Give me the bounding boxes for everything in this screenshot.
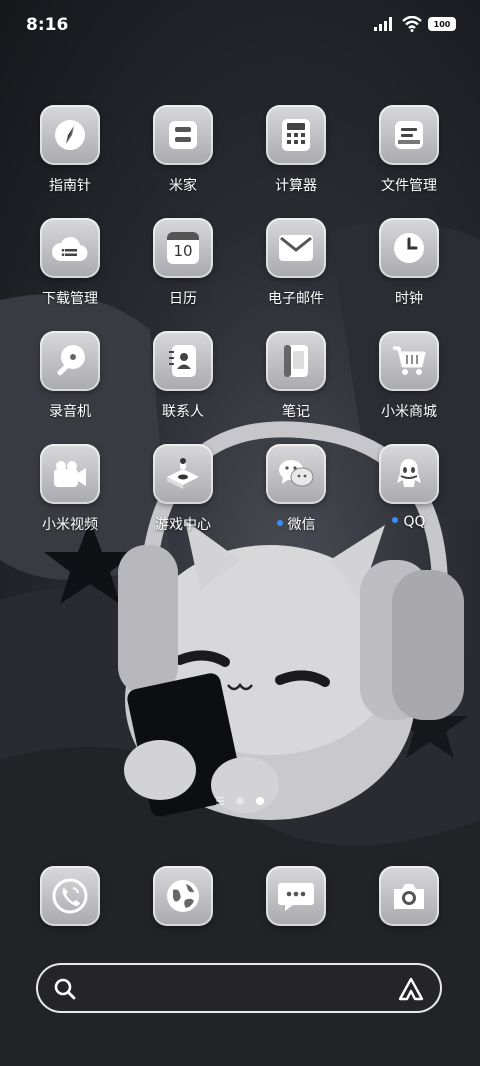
video-icon xyxy=(40,444,100,504)
app-game-center[interactable]: 游戏中心 xyxy=(128,444,238,534)
app-label: 游戏中心 xyxy=(155,517,211,533)
app-label: 计算器 xyxy=(275,178,317,194)
app-drawer-lines-icon xyxy=(216,797,224,805)
status-time: 8:16 xyxy=(26,15,69,35)
page-dot[interactable] xyxy=(236,797,244,805)
dock-phone[interactable] xyxy=(15,866,125,926)
app-calendar[interactable]: 10 日历 xyxy=(128,218,238,308)
app-contacts[interactable]: 联系人 xyxy=(128,331,238,421)
contacts-icon xyxy=(153,331,213,391)
browser-icon xyxy=(153,866,213,926)
app-mi-video[interactable]: 小米视频 xyxy=(15,444,125,534)
app-label: 电子邮件 xyxy=(268,291,324,307)
app-label: 米家 xyxy=(169,178,197,194)
download-cloud-icon xyxy=(40,218,100,278)
calendar-icon: 10 xyxy=(153,218,213,278)
app-recorder[interactable]: 录音机 xyxy=(15,331,125,421)
search-bar[interactable] xyxy=(36,963,442,1013)
app-label: 下载管理 xyxy=(42,291,98,307)
app-email[interactable]: 电子邮件 xyxy=(241,218,351,308)
app-file-manager[interactable]: 文件管理 xyxy=(354,105,464,195)
app-label-text: QQ xyxy=(403,514,426,530)
voice-assistant-icon[interactable] xyxy=(398,977,424,1001)
app-download-manager[interactable]: 下载管理 xyxy=(15,218,125,308)
app-label: 录音机 xyxy=(49,404,91,420)
recorder-icon xyxy=(40,331,100,391)
mail-icon xyxy=(266,218,326,278)
app-label: 日历 xyxy=(169,291,197,307)
notes-icon xyxy=(266,331,326,391)
app-qq[interactable]: QQ xyxy=(354,444,464,530)
wechat-icon xyxy=(266,444,326,504)
game-center-icon xyxy=(153,444,213,504)
dock-messages[interactable] xyxy=(241,866,351,926)
qq-icon xyxy=(379,444,439,504)
app-label: 时钟 xyxy=(395,291,423,307)
app-label: 微信 xyxy=(241,514,351,534)
status-bar: 8:16 100 xyxy=(0,0,480,50)
app-label: 文件管理 xyxy=(381,178,437,194)
battery-icon: 100 xyxy=(428,17,456,31)
app-label: 联系人 xyxy=(162,404,204,420)
compass-icon xyxy=(40,105,100,165)
file-manager-icon xyxy=(379,105,439,165)
app-notes[interactable]: 笔记 xyxy=(241,331,351,421)
notification-dot xyxy=(392,517,399,523)
wifi-icon xyxy=(402,16,422,32)
app-label: QQ xyxy=(354,514,464,530)
dock-browser[interactable] xyxy=(128,866,238,926)
app-label: 指南针 xyxy=(49,178,91,194)
calendar-day: 10 xyxy=(173,242,193,260)
app-clock[interactable]: 时钟 xyxy=(354,218,464,308)
app-label: 小米视频 xyxy=(42,517,98,533)
app-label: 笔记 xyxy=(282,404,310,420)
cellular-signal-icon xyxy=(374,17,392,31)
phone-icon xyxy=(40,866,100,926)
page-indicator[interactable] xyxy=(0,797,480,805)
battery-level: 100 xyxy=(433,19,451,29)
notification-dot xyxy=(276,520,283,526)
search-icon xyxy=(54,978,76,1000)
dock-camera[interactable] xyxy=(354,866,464,926)
page-dot-active[interactable] xyxy=(256,797,264,805)
cart-icon xyxy=(379,331,439,391)
app-mi-home[interactable]: 米家 xyxy=(128,105,238,195)
app-wechat[interactable]: 微信 xyxy=(241,444,351,534)
calculator-icon xyxy=(266,105,326,165)
camera-icon xyxy=(379,866,439,926)
app-label: 小米商城 xyxy=(381,404,437,420)
app-label-text: 微信 xyxy=(287,517,316,533)
clock-icon xyxy=(379,218,439,278)
app-compass[interactable]: 指南针 xyxy=(15,105,125,195)
app-calculator[interactable]: 计算器 xyxy=(241,105,351,195)
messages-icon xyxy=(266,866,326,926)
app-mi-store[interactable]: 小米商城 xyxy=(354,331,464,421)
mi-home-icon xyxy=(153,105,213,165)
